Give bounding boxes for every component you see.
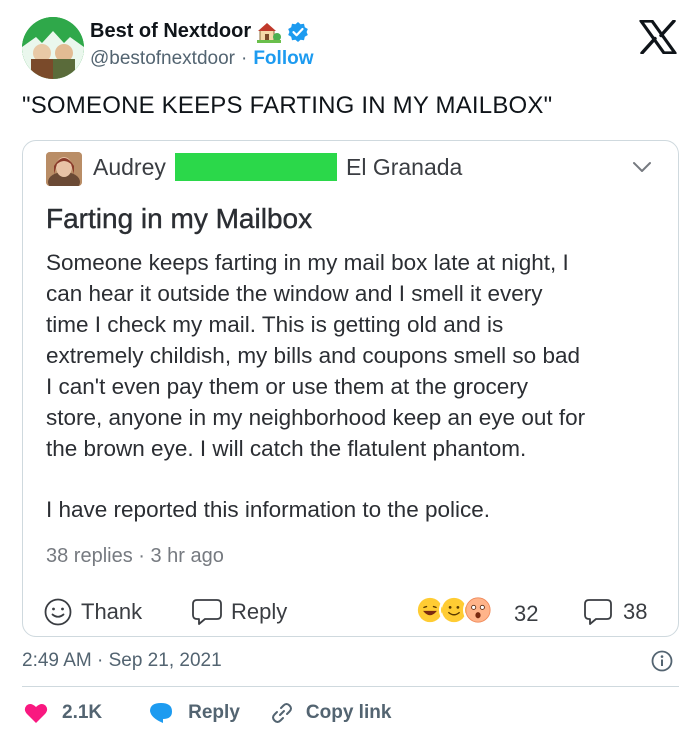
post-body-line: can hear it outside the window and I sme…	[46, 281, 543, 306]
heart-icon	[24, 704, 48, 723]
reaction-count: 32	[514, 601, 539, 626]
post-body-line: extremely childish, my bills and coupons…	[46, 343, 580, 368]
post-author-avatar	[46, 152, 82, 186]
smiley-icon	[44, 598, 72, 626]
reply-label: Reply	[188, 702, 240, 723]
like-count: 2.1K	[62, 702, 103, 723]
handle-row: @bestofnextdoor · Follow	[90, 48, 313, 70]
reaction-emojis	[415, 595, 493, 625]
reply-action: Reply	[191, 597, 287, 627]
house-with-garden-emoji-icon	[257, 22, 282, 43]
comment-bubble-icon	[584, 599, 612, 625]
post-body-line: I can't even pay them or use them at the…	[46, 374, 529, 399]
post-police-line: I have reported this information to the …	[46, 497, 491, 522]
comment-count-action: 38	[583, 597, 647, 627]
post-body-line: Someone keeps farting in my mail box lat…	[46, 250, 569, 275]
shocked-emoji-icon	[463, 595, 493, 625]
handle[interactable]: @bestofnextdoor	[90, 48, 235, 70]
post-body-line: store, anyone in my neighborhood keep an…	[46, 405, 586, 430]
like-button[interactable]: 2.1K	[24, 702, 102, 724]
thank-action: Thank	[43, 597, 142, 627]
verified-badge-icon	[288, 21, 308, 42]
copy-link-button[interactable]: Copy link	[270, 701, 392, 725]
chevron-down-icon	[633, 162, 651, 172]
copy-link-label: Copy link	[305, 702, 392, 723]
display-name-row: Best of Nextdoor	[90, 20, 309, 43]
comment-count: 38	[623, 599, 648, 624]
name-redaction-bar	[175, 153, 337, 181]
reply-bubble-icon	[150, 703, 173, 723]
post-location: El Granada	[346, 154, 463, 180]
follow-button[interactable]: Follow	[253, 48, 313, 70]
speech-bubble-icon	[192, 599, 222, 625]
account-avatar[interactable]	[22, 17, 84, 79]
info-icon[interactable]	[651, 650, 673, 672]
post-meta: 38 replies · 3 hr ago	[46, 545, 224, 567]
post-author-name: Audrey	[93, 154, 166, 180]
embedded-post-image[interactable]: Audrey El Granada Farting in my Mailbox …	[22, 140, 679, 637]
reply-button[interactable]: Reply	[148, 701, 240, 725]
link-icon	[271, 703, 292, 723]
divider	[22, 686, 679, 687]
tweet-text: "SOMEONE KEEPS FARTING IN MY MAILBOX"	[22, 92, 553, 119]
post-body-line: the brown eye. I will catch the flatulen…	[46, 436, 527, 461]
x-logo-icon[interactable]	[639, 20, 677, 54]
post-body: Someone keeps farting in my mail box lat…	[46, 247, 666, 464]
tweet-timestamp[interactable]: 2:49 AM · Sep 21, 2021	[22, 650, 222, 672]
post-body-line: time I check my mail. This is getting ol…	[46, 312, 504, 337]
tweet-actions: 2.1K Reply Copy link	[24, 701, 391, 725]
separator: ·	[241, 48, 248, 69]
thank-label: Thank	[81, 599, 143, 624]
display-name[interactable]: Best of Nextdoor	[90, 20, 251, 43]
reply-label: Reply	[231, 599, 288, 624]
post-title: Farting in my Mailbox	[46, 203, 313, 234]
